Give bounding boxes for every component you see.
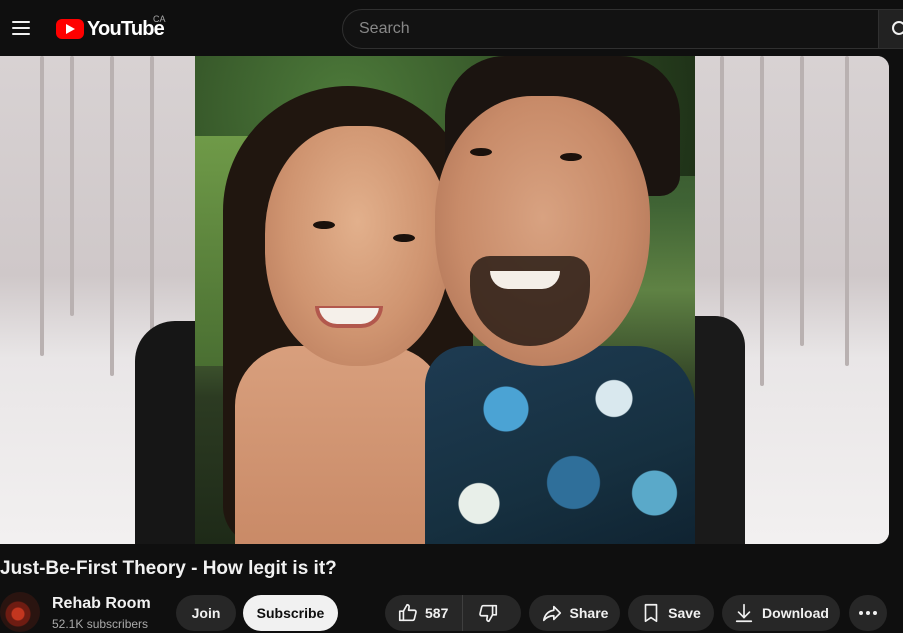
channel-name[interactable]: Rehab Room	[52, 595, 151, 613]
dislike-button[interactable]	[463, 595, 499, 631]
like-dislike-group: 587	[385, 595, 521, 631]
video-player[interactable]	[0, 56, 889, 544]
download-button[interactable]: Download	[722, 595, 840, 631]
video-title: Just-Be-First Theory - How legit is it?	[0, 558, 337, 579]
thumbs-up-icon	[398, 603, 417, 622]
more-actions-button[interactable]	[849, 595, 887, 631]
youtube-logo[interactable]: YouTube	[56, 16, 165, 42]
search-input[interactable]	[359, 20, 879, 38]
search-icon	[892, 21, 903, 35]
video-background-figure-right	[690, 316, 745, 544]
share-label: Share	[569, 605, 609, 621]
like-count: 587	[425, 605, 449, 621]
menu-icon[interactable]	[6, 12, 36, 44]
save-button[interactable]: Save	[628, 595, 714, 631]
share-button[interactable]: Share	[529, 595, 620, 631]
masthead: YouTube CA	[0, 0, 903, 56]
channel-avatar[interactable]	[0, 592, 40, 632]
thumbs-down-icon	[479, 604, 498, 623]
play-logo-icon	[56, 19, 84, 39]
share-icon	[542, 605, 561, 622]
search-box[interactable]	[342, 9, 880, 49]
country-code: CA	[153, 14, 166, 24]
subscribe-button[interactable]: Subscribe	[243, 595, 338, 631]
youtube-watch-page: YouTube CA Search Just-Be-First Theory -…	[0, 0, 903, 633]
join-button[interactable]: Join	[176, 595, 236, 631]
search-button[interactable]	[878, 9, 903, 49]
download-icon	[735, 603, 753, 623]
save-label: Save	[668, 605, 701, 621]
bookmark-icon	[644, 603, 658, 623]
video-thumbnail-photo	[195, 56, 695, 544]
more-horizontal-icon	[859, 611, 877, 615]
download-label: Download	[762, 605, 829, 621]
like-button[interactable]: 587	[385, 595, 464, 631]
subscriber-count: 52.1K subscribers	[52, 617, 149, 631]
